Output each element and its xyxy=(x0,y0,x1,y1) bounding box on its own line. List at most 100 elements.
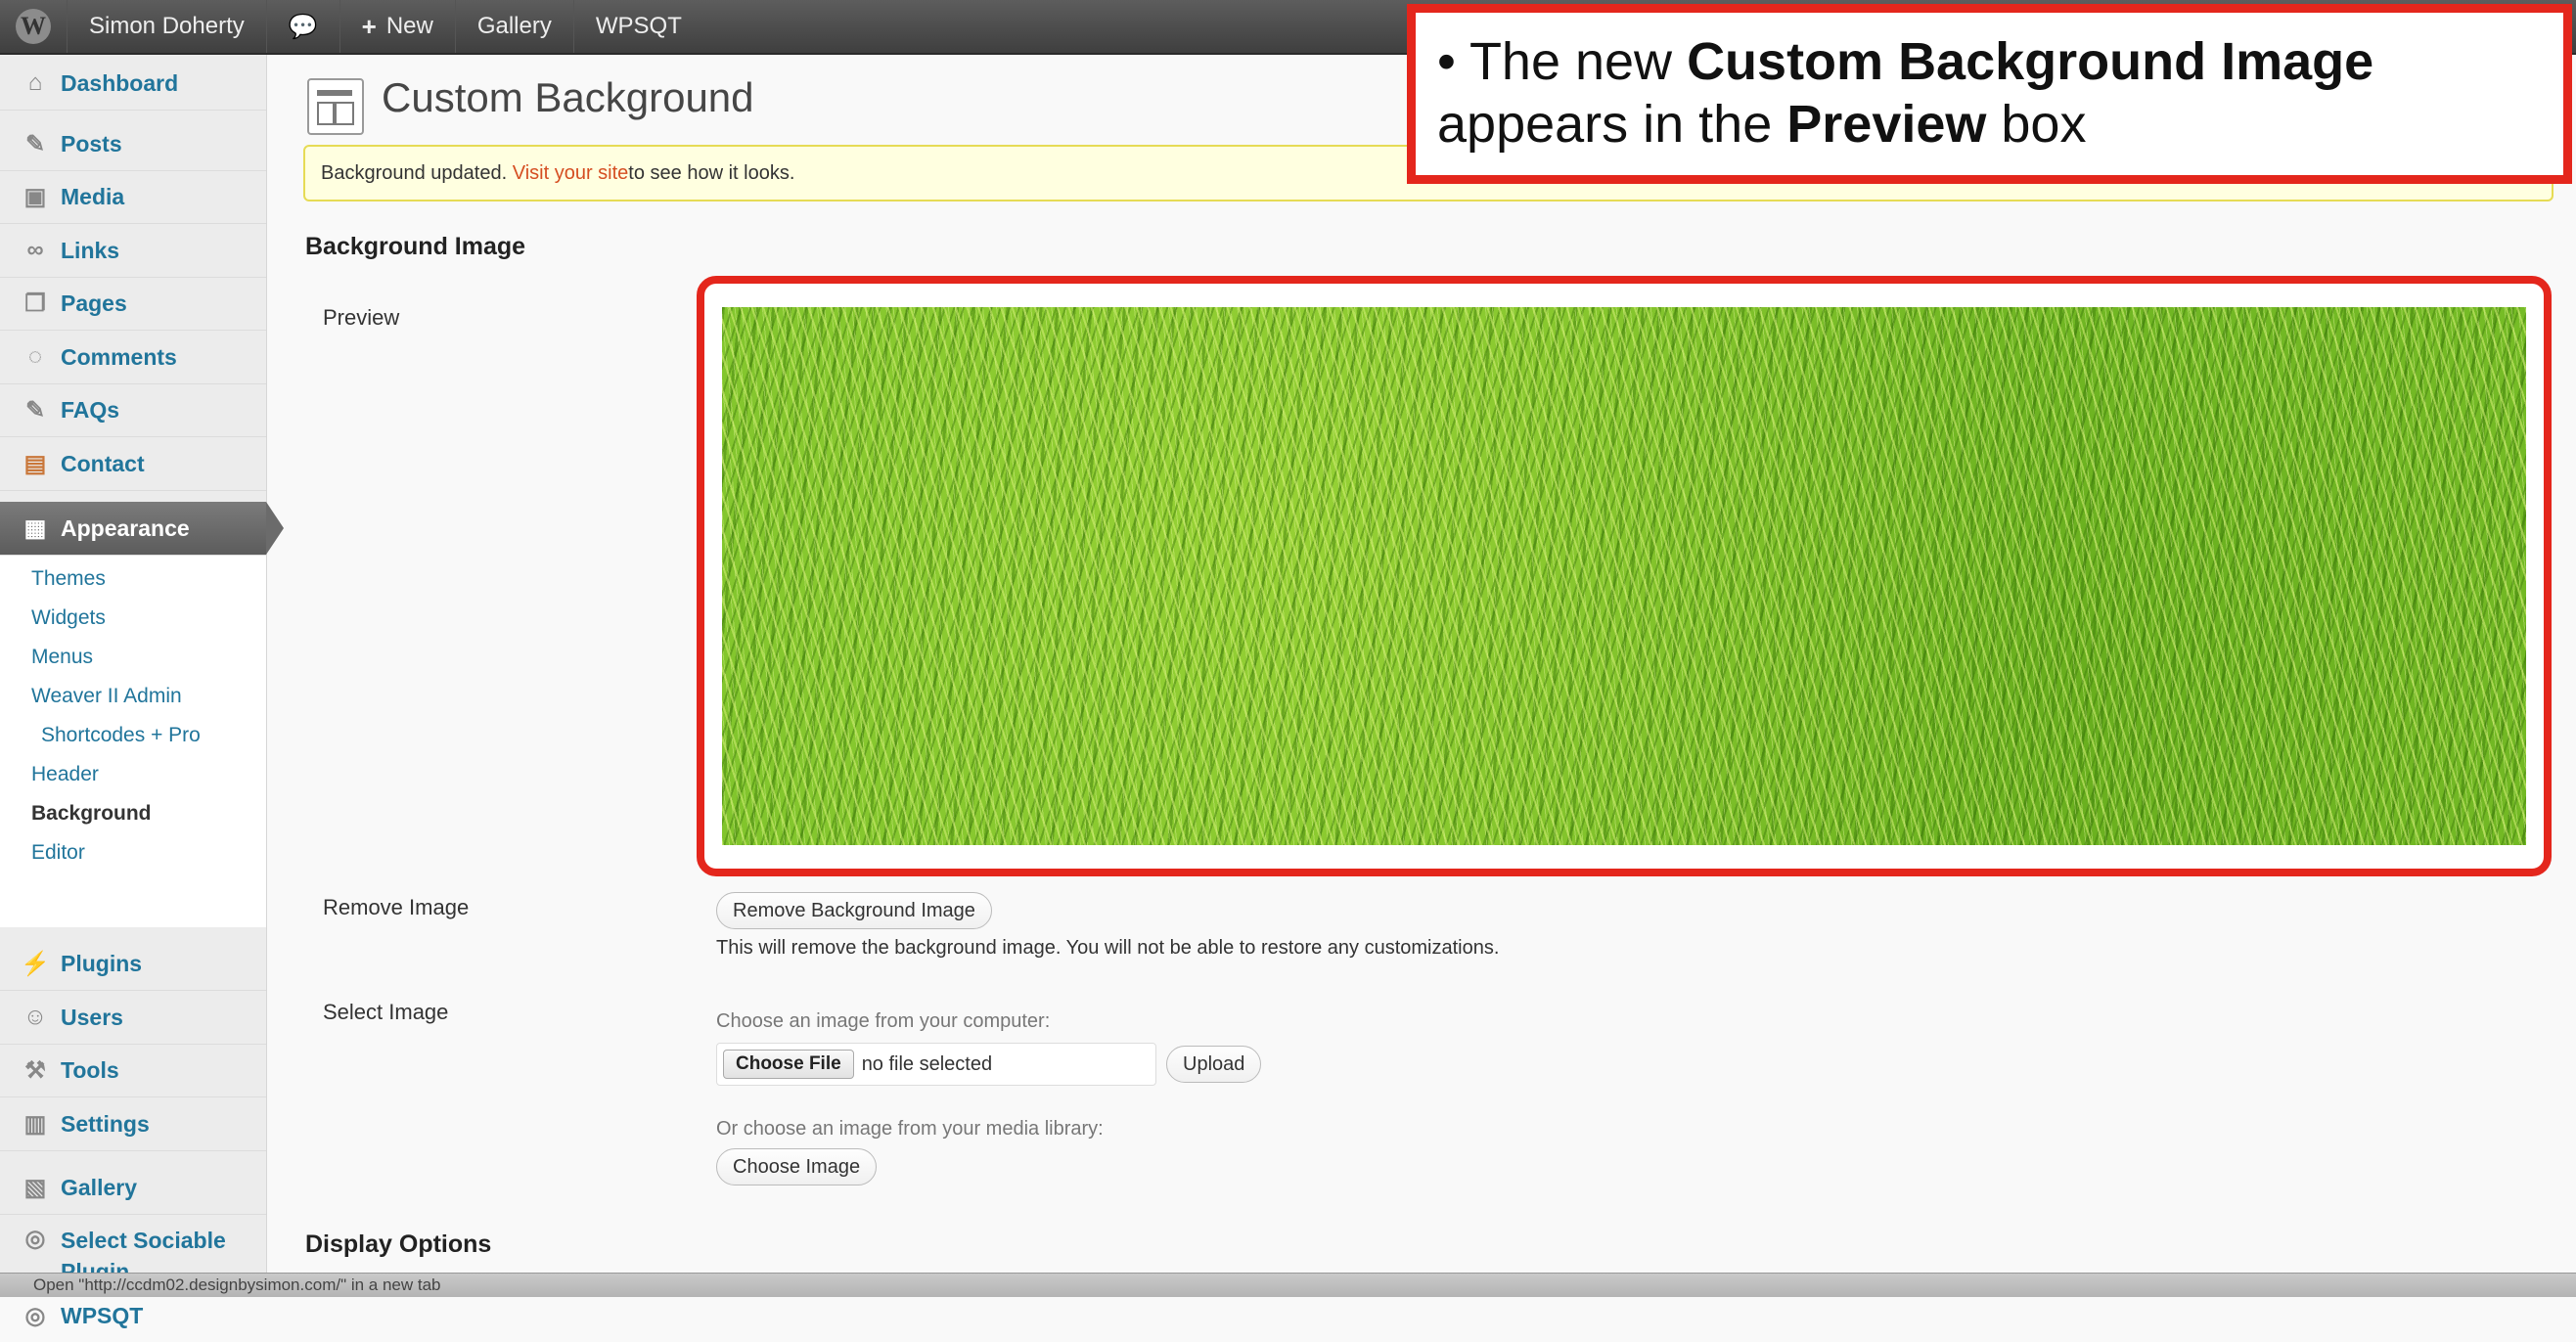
annotation-callout: • The new Custom Background Image appear… xyxy=(1407,4,2572,184)
appearance-page-icon xyxy=(307,78,364,135)
sidebar-item-tools[interactable]: ⚒ Tools xyxy=(0,1044,266,1097)
site-name-label: Simon Doherty xyxy=(89,13,245,39)
sidebar-item-label: Plugins xyxy=(61,950,143,976)
sidebar-item-faqs[interactable]: ✎ FAQs xyxy=(0,383,266,437)
submenu-item-menus[interactable]: Menus xyxy=(31,646,93,669)
remove-image-help: This will remove the background image. Y… xyxy=(716,937,1500,959)
sidebar-item-users[interactable]: ☺ Users xyxy=(0,991,266,1045)
background-image-preview xyxy=(722,307,2526,845)
appearance-icon: ▦ xyxy=(23,514,47,542)
media-icon: ▣ xyxy=(23,183,47,210)
sidebar-item-label: Tools xyxy=(61,1056,119,1083)
admin-bar-site-name[interactable]: Simon Doherty xyxy=(68,0,267,53)
gallery-icon: ▧ xyxy=(23,1174,47,1201)
sidebar-item-comments[interactable]: ◌ Comments xyxy=(0,331,266,384)
sidebar-item-wpsqt[interactable]: ◎ WPSQT xyxy=(0,1289,266,1342)
section-heading-background-image: Background Image xyxy=(305,233,526,260)
remove-background-image-button[interactable]: Remove Background Image xyxy=(716,892,992,929)
submenu-item-editor[interactable]: Editor xyxy=(31,841,85,865)
admin-bar-wpsqt[interactable]: WPSQT xyxy=(574,0,703,53)
comment-icon: ◌ xyxy=(27,343,43,370)
gallery-label: Gallery xyxy=(476,13,552,39)
house-icon: ⌂ xyxy=(27,69,43,96)
sidebar-item-label: Media xyxy=(61,183,125,209)
admin-sidebar: ⌂ Dashboard ✎ Posts ▣ Media ∞ Links ❐ Pa… xyxy=(0,55,284,1329)
submenu-item-header[interactable]: Header xyxy=(31,763,99,786)
no-file-selected-text: no file selected xyxy=(861,1052,993,1075)
users-icon: ☺ xyxy=(23,1004,48,1030)
contact-icon: ▤ xyxy=(23,450,47,477)
submenu-item-themes[interactable]: Themes xyxy=(31,567,106,591)
callout-text-2: Custom Background Image xyxy=(1687,32,2374,91)
submenu-item-background[interactable]: Background xyxy=(31,802,152,826)
sidebar-item-contact[interactable]: ▤ Contact xyxy=(0,437,266,491)
sidebar-item-label: Posts xyxy=(61,130,122,157)
sidebar-item-gallery[interactable]: ▧ Gallery xyxy=(0,1161,266,1215)
page-title: Custom Background xyxy=(382,74,754,120)
sidebar-item-label: Contact xyxy=(61,450,145,476)
preview-label: Preview xyxy=(323,305,400,330)
browser-status-bar: Open "http://ccdm02.designbysimon.com/" … xyxy=(0,1273,2576,1297)
section-heading-display-options: Display Options xyxy=(305,1230,492,1258)
pushpin-icon: ✎ xyxy=(24,396,46,424)
pages-icon: ❐ xyxy=(24,290,46,317)
wordpress-logo-icon: W xyxy=(16,9,51,44)
tools-icon: ⚒ xyxy=(24,1056,46,1084)
wpsqt-label: WPSQT xyxy=(595,13,682,39)
sidebar-item-links[interactable]: ∞ Links xyxy=(0,224,266,278)
sidebar-item-posts[interactable]: ✎ Posts xyxy=(0,117,266,171)
admin-bar-gallery[interactable]: Gallery xyxy=(456,0,574,53)
callout-text-3: appears in the xyxy=(1437,95,1787,154)
choose-from-computer-text: Choose an image from your computer: xyxy=(716,1010,1051,1032)
sidebar-item-label: WPSQT xyxy=(61,1302,144,1328)
choose-image-button[interactable]: Choose Image xyxy=(716,1148,878,1185)
sidebar-item-label: Settings xyxy=(61,1110,150,1137)
remove-image-label: Remove Image xyxy=(323,895,470,919)
callout-bullet: • xyxy=(1437,32,1456,91)
file-input[interactable]: Choose File no file selected xyxy=(716,1043,1156,1086)
notice-text-before: Background updated. xyxy=(321,161,508,184)
upload-button[interactable]: Upload xyxy=(1166,1046,1262,1083)
sidebar-item-appearance[interactable]: ▦ Appearance xyxy=(0,502,284,556)
preview-highlight-box xyxy=(697,276,2552,876)
sidebar-item-settings[interactable]: ▥ Settings xyxy=(0,1097,266,1151)
sidebar-item-label: FAQs xyxy=(61,396,120,423)
plugin-icon: ⚡ xyxy=(21,950,50,977)
choose-from-library-text: Or choose an image from your media libra… xyxy=(716,1118,1104,1140)
active-arrow xyxy=(266,502,284,555)
pushpin-icon: ✎ xyxy=(24,130,46,157)
plus-icon: + xyxy=(361,11,377,41)
sidebar-item-media[interactable]: ▣ Media xyxy=(0,170,266,224)
sidebar-item-dashboard[interactable]: ⌂ Dashboard xyxy=(0,57,266,111)
sidebar-item-label: Users xyxy=(61,1004,123,1030)
visit-site-link[interactable]: Visit your site xyxy=(513,162,629,185)
admin-bar-new[interactable]: + New xyxy=(340,0,456,53)
admin-bar-comments[interactable]: 💬 xyxy=(267,0,340,53)
sidebar-item-pages[interactable]: ❐ Pages xyxy=(0,277,266,331)
callout-text-1: The new xyxy=(1469,32,1688,91)
comment-bubble-icon: 💬 xyxy=(288,13,318,40)
submenu-item-shortcodes[interactable]: Shortcodes + Pro xyxy=(41,724,201,747)
submenu-item-widgets[interactable]: Widgets xyxy=(31,606,106,630)
select-image-label: Select Image xyxy=(323,1000,449,1024)
sidebar-item-label: Gallery xyxy=(61,1174,137,1200)
sidebar-item-plugins[interactable]: ⚡ Plugins xyxy=(0,937,266,991)
sociable-icon: ◎ xyxy=(24,1225,46,1252)
new-label: New xyxy=(385,13,433,39)
sidebar-item-label: Comments xyxy=(61,343,177,370)
sidebar-item-label: Pages xyxy=(61,290,127,316)
submenu-item-weaver-admin[interactable]: Weaver II Admin xyxy=(31,685,182,708)
sidebar-item-label: Appearance xyxy=(61,514,190,541)
notice-text-after: to see how it looks. xyxy=(628,161,795,184)
sidebar-item-label: Links xyxy=(61,237,120,263)
settings-icon: ▥ xyxy=(23,1110,47,1138)
wordpress-logo-menu[interactable]: W xyxy=(0,0,68,53)
callout-text-4: Preview xyxy=(1786,95,1987,154)
link-icon: ∞ xyxy=(26,237,44,263)
sidebar-item-label: Dashboard xyxy=(61,69,179,96)
choose-file-button[interactable]: Choose File xyxy=(723,1050,854,1079)
callout-text-5: box xyxy=(1986,95,2087,154)
status-bar-text: Open "http://ccdm02.designbysimon.com/" … xyxy=(33,1275,441,1294)
wpsqt-icon: ◎ xyxy=(24,1302,46,1329)
appearance-submenu: Themes Widgets Menus Weaver II Admin Sho… xyxy=(0,556,266,927)
